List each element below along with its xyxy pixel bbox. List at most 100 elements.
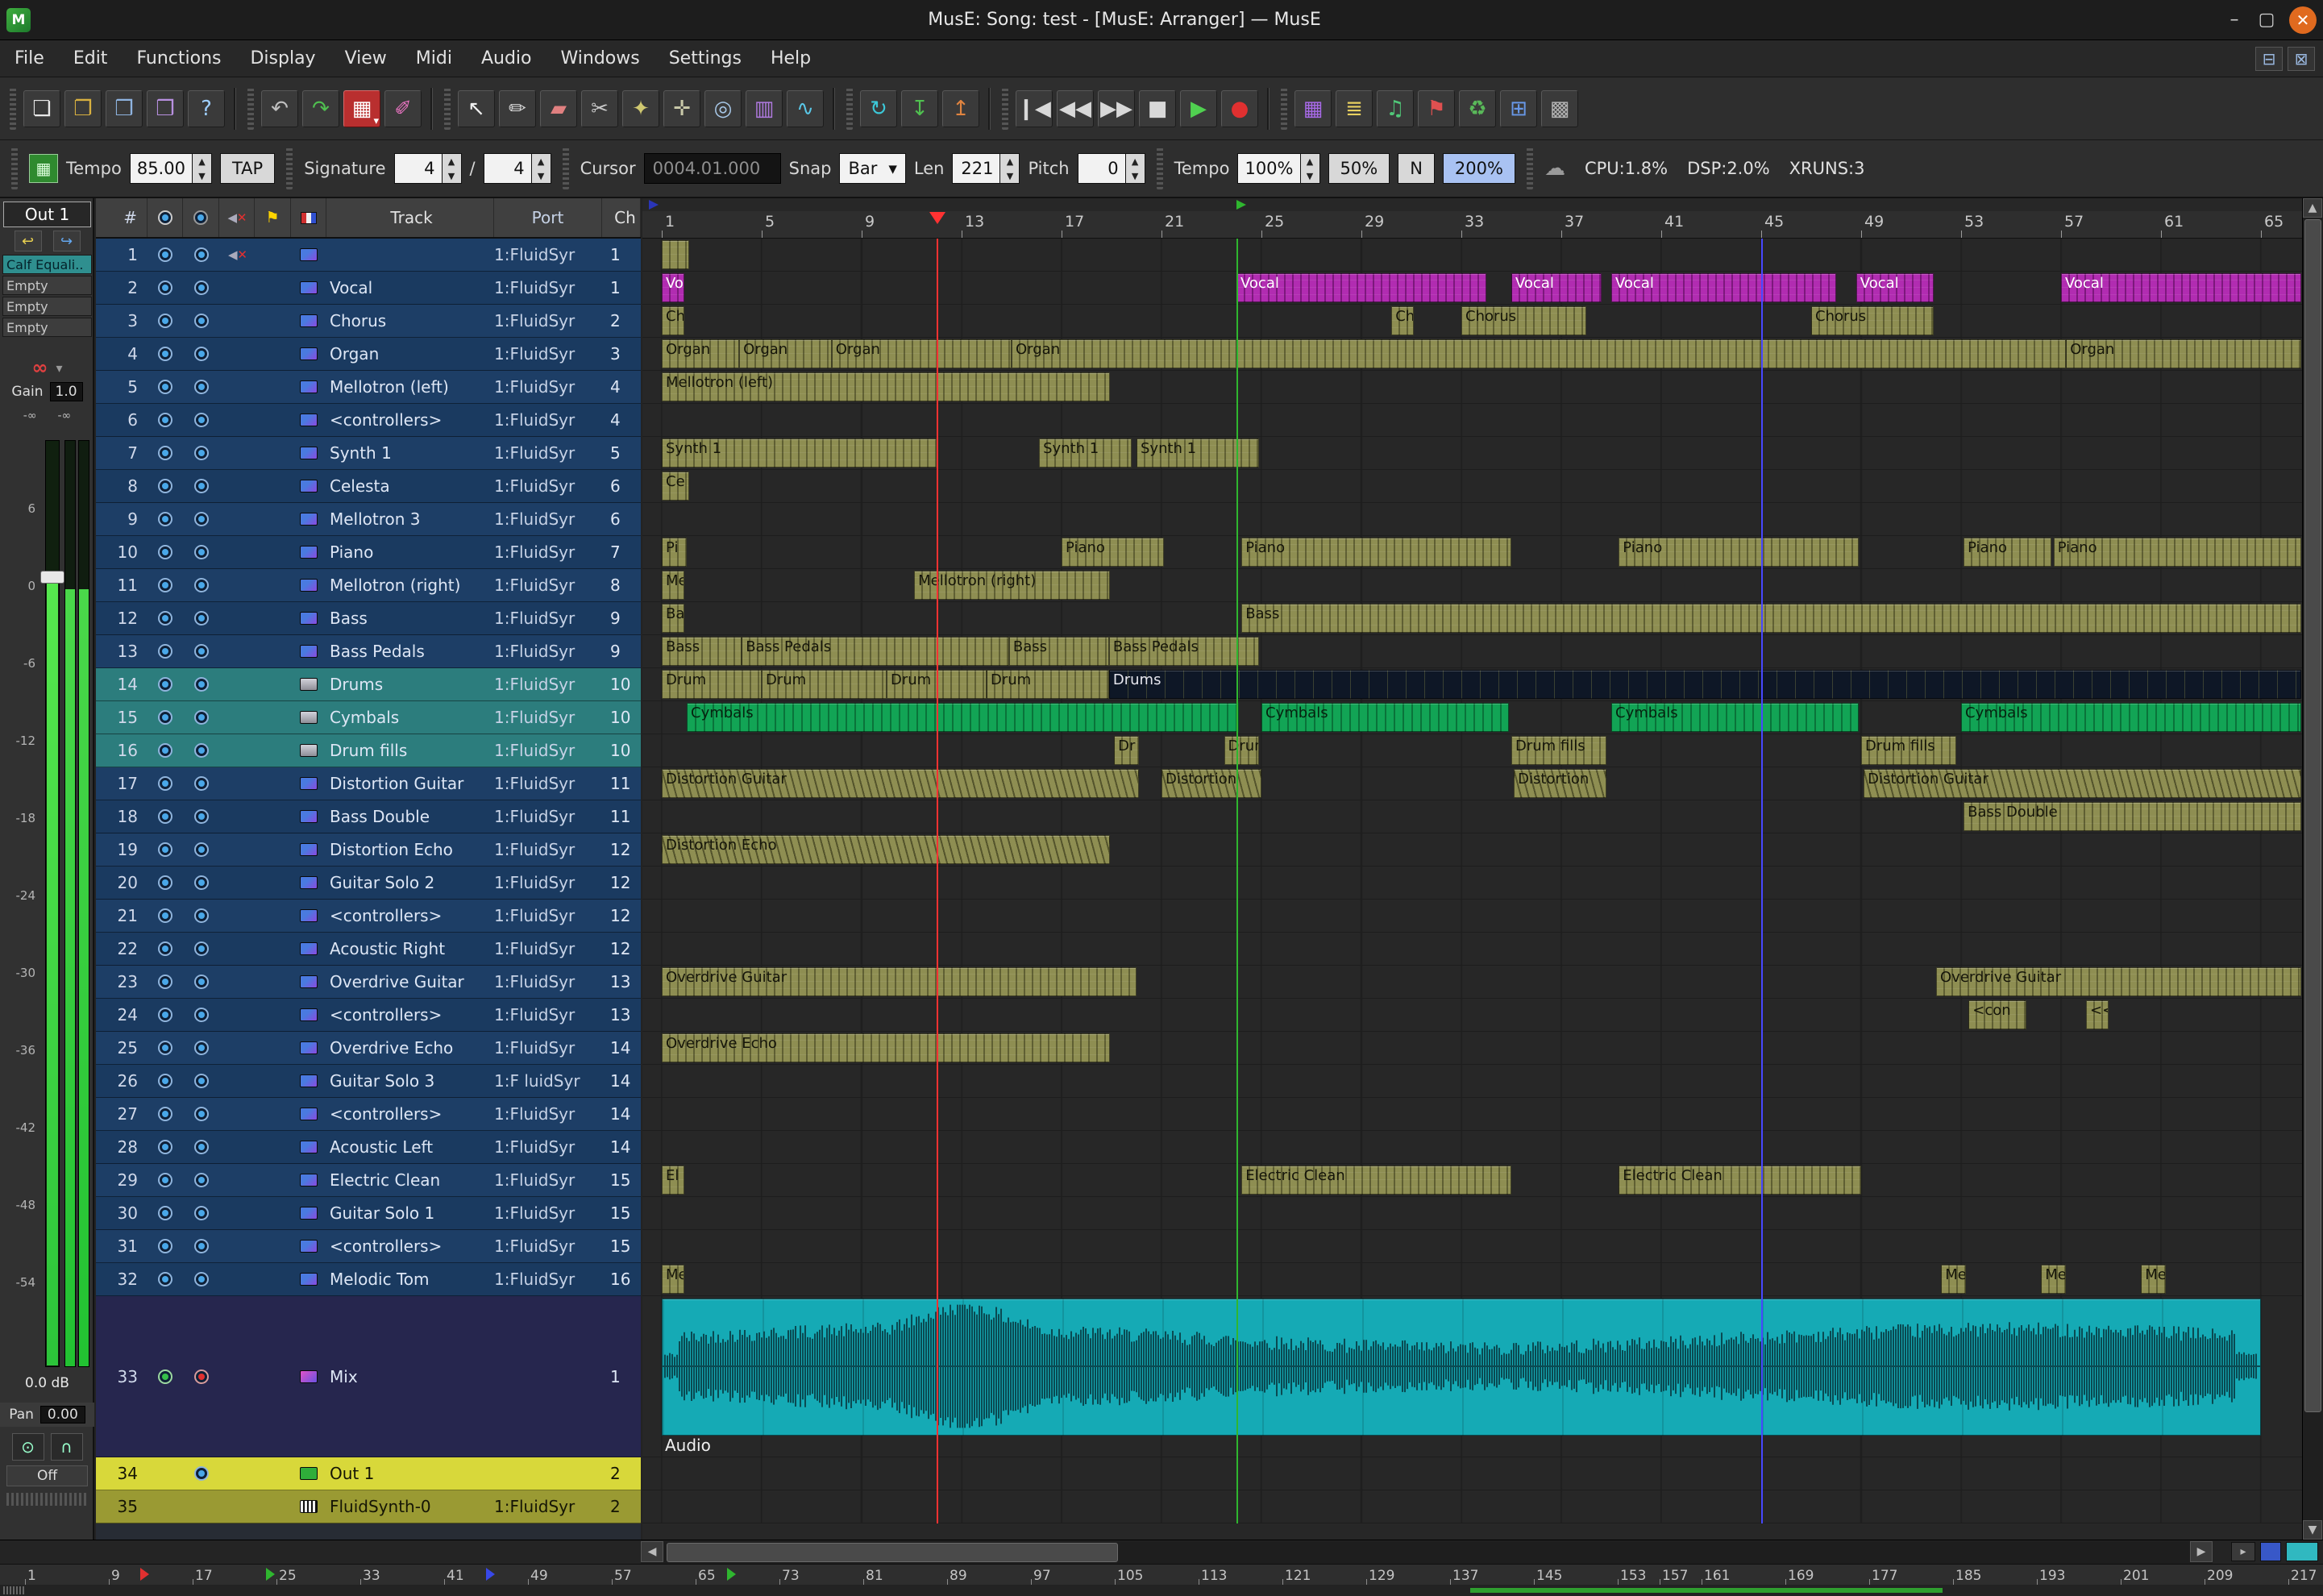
automation-mode-button[interactable]: Off bbox=[6, 1465, 88, 1486]
track-port[interactable]: 1:FluidSyr bbox=[494, 542, 602, 562]
track-row-4[interactable]: 4Organ1:FluidSyr3 bbox=[96, 338, 641, 371]
mute-cell[interactable] bbox=[183, 413, 219, 427]
mute-blue[interactable] bbox=[194, 941, 209, 956]
mute-blue[interactable] bbox=[194, 842, 209, 857]
mute-blue[interactable] bbox=[194, 1107, 209, 1121]
part-synth-1[interactable]: Synth 1 bbox=[1137, 438, 1259, 468]
track-row-15[interactable]: 15Cymbals1:FluidSyr10 bbox=[96, 701, 641, 734]
zoom-tool-button[interactable]: ◎ bbox=[704, 90, 742, 127]
part-distortion-guitar[interactable]: Distortion Guitar bbox=[662, 769, 1139, 798]
record-arm-blue[interactable] bbox=[158, 1140, 172, 1154]
part-mellotron-right-[interactable]: Mellotron (right) bbox=[914, 571, 1110, 600]
hscroll-thumb[interactable] bbox=[667, 1543, 1118, 1562]
menu-help[interactable]: Help bbox=[756, 44, 825, 73]
signature-numerator-spinbox[interactable]: 4 ▲▼ bbox=[394, 153, 462, 184]
toolbar-handle[interactable] bbox=[10, 88, 16, 130]
track-port[interactable]: 1:FluidSyr bbox=[494, 1104, 602, 1124]
horizontal-scrollbar[interactable]: ◀ ▶ bbox=[641, 1541, 2213, 1564]
part-bass-double[interactable]: Bass Double bbox=[1964, 802, 2301, 831]
sig-den-value[interactable]: 4 bbox=[484, 153, 532, 184]
canvas-track-row-9[interactable] bbox=[642, 503, 2302, 536]
punch-out-button[interactable]: ↥ bbox=[942, 90, 979, 127]
mute-cell[interactable] bbox=[183, 512, 219, 526]
mute-cell[interactable] bbox=[183, 247, 219, 262]
part-organ[interactable]: Organ bbox=[739, 339, 832, 368]
part-vocal[interactable]: Vocal bbox=[2061, 273, 2301, 302]
tempo-scale-value[interactable]: 100% bbox=[1237, 153, 1300, 184]
canvas-track-row-35[interactable] bbox=[642, 1490, 2302, 1523]
mute-cell[interactable] bbox=[183, 743, 219, 758]
part-electric-clean[interactable]: Electric Clean bbox=[1619, 1166, 1861, 1195]
mute-blue[interactable] bbox=[194, 1466, 209, 1481]
track-port[interactable]: 1:FluidSyr bbox=[494, 1203, 602, 1223]
tempo-spin-arrows[interactable]: ▲▼ bbox=[193, 153, 212, 184]
song-ruler[interactable]: 1917253341495765738189971051131211291371… bbox=[0, 1564, 2323, 1585]
mute-cell[interactable] bbox=[183, 809, 219, 824]
canvas-track-row-25[interactable]: Overdrive Echo bbox=[642, 1032, 2302, 1065]
mute-blue[interactable] bbox=[194, 1206, 209, 1220]
record-arm-blue[interactable] bbox=[158, 281, 172, 295]
record-arm-blue[interactable] bbox=[158, 247, 172, 262]
mute-cell[interactable] bbox=[183, 644, 219, 659]
part-ba[interactable]: Ba bbox=[662, 604, 684, 633]
tempo-scale-spinbox[interactable]: 100% ▲▼ bbox=[1237, 153, 1319, 184]
mute-cell[interactable] bbox=[183, 1466, 219, 1481]
part-me[interactable]: Me bbox=[662, 1265, 684, 1294]
track-row-21[interactable]: 21<controllers>1:FluidSyr12 bbox=[96, 900, 641, 933]
mute-cell[interactable] bbox=[183, 446, 219, 460]
part-organ[interactable]: Organ bbox=[832, 339, 1012, 368]
mute-blue[interactable] bbox=[194, 413, 209, 427]
record-arm-cell[interactable] bbox=[148, 446, 183, 460]
record-arm-cell[interactable] bbox=[148, 1008, 183, 1022]
sig-num-value[interactable]: 4 bbox=[394, 153, 443, 184]
track-row-31[interactable]: 31<controllers>1:FluidSyr15 bbox=[96, 1230, 641, 1263]
track-port[interactable]: 1:FluidSyr bbox=[494, 1270, 602, 1289]
track-port[interactable]: 1:FluidSyr bbox=[494, 741, 602, 760]
canvas-track-row-29[interactable]: ElElectric CleanElectric Clean bbox=[642, 1164, 2302, 1197]
strip-grip[interactable] bbox=[6, 1493, 88, 1506]
mute-cell[interactable] bbox=[183, 908, 219, 923]
part-vo[interactable]: Vo bbox=[662, 273, 684, 302]
pitch-arrows[interactable]: ▲▼ bbox=[1126, 153, 1145, 184]
canvas-track-row-26[interactable] bbox=[642, 1065, 2302, 1098]
pan-value[interactable]: 0.00 bbox=[40, 1406, 85, 1424]
record-arm-blue[interactable] bbox=[158, 776, 172, 791]
canvas-track-row-16[interactable]: DrDrumDrum fillsDrum fills bbox=[642, 734, 2302, 767]
open-file-button[interactable]: ❐ bbox=[64, 90, 102, 127]
toolbar-handle[interactable] bbox=[563, 148, 569, 189]
strike-tool-button[interactable]: ✐ bbox=[384, 90, 422, 127]
part-drum-fills[interactable]: Drum fills bbox=[1511, 736, 1606, 765]
record-arm-cell[interactable] bbox=[148, 743, 183, 758]
record-arm-blue[interactable] bbox=[158, 941, 172, 956]
part-overdrive-guitar[interactable]: Overdrive Guitar bbox=[1936, 967, 2301, 996]
loop-button[interactable]: ↻ bbox=[860, 90, 897, 127]
part-overdrive-guitar[interactable]: Overdrive Guitar bbox=[662, 967, 1137, 996]
canvas-track-row-27[interactable] bbox=[642, 1098, 2302, 1131]
part-drum[interactable]: Drum bbox=[987, 670, 1109, 699]
mute-red[interactable] bbox=[194, 1369, 209, 1384]
track-port[interactable]: 1:FluidSyr bbox=[494, 245, 602, 264]
track-port[interactable]: 1:F luidSyr bbox=[494, 1071, 602, 1091]
track-port[interactable]: 1:FluidSyr bbox=[494, 1038, 602, 1058]
canvas-track-row-28[interactable] bbox=[642, 1131, 2302, 1164]
canvas-track-row-17[interactable]: Distortion GuitarDistortionDistortionDis… bbox=[642, 767, 2302, 800]
record-arm-blue[interactable] bbox=[158, 743, 172, 758]
mute-blue[interactable] bbox=[194, 1008, 209, 1022]
pitch-spinbox[interactable]: 0 ▲▼ bbox=[1078, 153, 1145, 184]
menu-display[interactable]: Display bbox=[235, 44, 330, 73]
marker-view-button[interactable]: ⚑ bbox=[1418, 90, 1455, 127]
track-row-8[interactable]: 8Celesta1:FluidSyr6 bbox=[96, 470, 641, 503]
canvas-track-row-31[interactable] bbox=[642, 1230, 2302, 1263]
record-arm-blue[interactable] bbox=[158, 380, 172, 394]
part-electric-clean[interactable]: Electric Clean bbox=[1241, 1166, 1511, 1195]
record-arm-cell[interactable] bbox=[148, 1140, 183, 1154]
record-arm-blue[interactable] bbox=[158, 875, 172, 890]
song-ruler-marker[interactable] bbox=[140, 1568, 149, 1581]
mute-blue[interactable] bbox=[194, 479, 209, 493]
record-arm-blue[interactable] bbox=[158, 1041, 172, 1055]
track-row-6[interactable]: 6<controllers>1:FluidSyr4 bbox=[96, 404, 641, 437]
menu-functions[interactable]: Functions bbox=[122, 44, 235, 73]
record-arm-blue[interactable] bbox=[158, 413, 172, 427]
part-distortion-echo[interactable]: Distortion Echo bbox=[662, 835, 1110, 864]
mute-blue[interactable] bbox=[194, 1140, 209, 1154]
